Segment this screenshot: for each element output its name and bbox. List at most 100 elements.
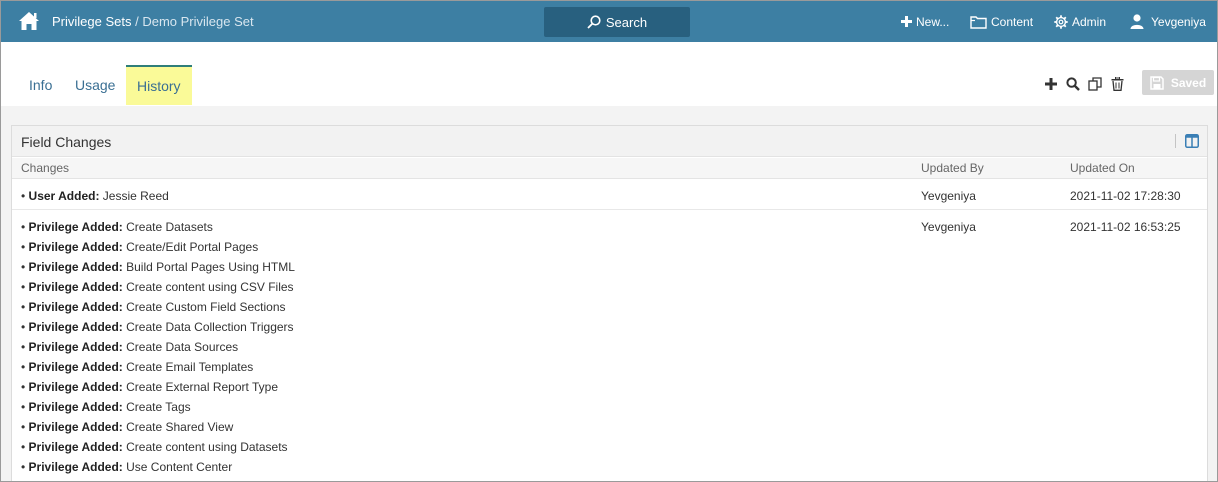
change-value: Create Email Templates (122, 360, 254, 374)
change-value: Create/Edit Portal Pages (122, 240, 259, 254)
change-type: Privilege Added: (28, 260, 123, 274)
app-window: Privilege Sets / Demo Privilege Set Sear… (0, 0, 1218, 482)
bullet: • (21, 460, 29, 474)
change-item: • Privilege Added: Create Custom Field S… (21, 300, 295, 320)
bullet: • (21, 300, 29, 314)
change-value: Create Shared View (122, 420, 234, 434)
change-item: • Privilege Added: Create content using … (21, 440, 295, 460)
admin-menu-label: Admin (1072, 14, 1107, 29)
change-type: Privilege Added: (28, 340, 123, 354)
record-toolbar (1040, 72, 1128, 96)
table-row: • User Added: Jessie Reed Yevgeniya 2021… (12, 180, 1207, 210)
breadcrumb-separator: / (131, 14, 143, 29)
column-header-changes[interactable]: Changes (21, 161, 69, 175)
change-type: Privilege Added: (28, 380, 123, 394)
floppy-disk-icon (1150, 75, 1164, 90)
change-item: • Privilege Added: Create Email Template… (21, 360, 295, 380)
columns-icon[interactable] (1185, 134, 1199, 148)
change-item: • User Added: Jessie Reed (21, 189, 169, 209)
change-list: • Privilege Added: Create Datasets • Pri… (21, 220, 295, 480)
top-nav-bar: Privilege Sets / Demo Privilege Set Sear… (1, 1, 1217, 42)
record-header: Info Usage History Saved (1, 42, 1217, 106)
bullet: • (21, 260, 29, 274)
change-value: Build Portal Pages Using HTML (122, 260, 295, 274)
content-menu-button[interactable]: Content (970, 1, 1033, 42)
change-type: Privilege Added: (28, 280, 123, 294)
change-item: • Privilege Added: Create Shared View (21, 420, 295, 440)
panel-header: Field Changes (12, 126, 1207, 157)
change-item: • Privilege Added: Create Data Sources (21, 340, 295, 360)
change-value: Create content using Datasets (122, 440, 288, 454)
column-header-updated-on[interactable]: Updated On (1070, 161, 1135, 175)
updated-by-cell: Yevgeniya (921, 220, 976, 234)
folder-icon (970, 15, 987, 29)
copy-icon[interactable] (1084, 73, 1106, 95)
tab-info[interactable]: Info (29, 65, 52, 105)
change-type: Privilege Added: (28, 240, 123, 254)
bullet: • (21, 420, 29, 434)
change-type: Privilege Added: (28, 320, 123, 334)
change-item: • Privilege Added: Use Content Center (21, 460, 295, 480)
trash-icon[interactable] (1106, 73, 1128, 95)
bullet: • (21, 360, 29, 374)
change-value: Create Custom Field Sections (122, 300, 286, 314)
updated-on-cell: 2021-11-02 16:53:25 (1070, 220, 1181, 234)
updated-by-cell: Yevgeniya (921, 189, 976, 203)
search-button-label: Search (605, 14, 648, 30)
bullet: • (21, 380, 29, 394)
bullet: • (21, 440, 29, 454)
new-menu-button[interactable]: New... (901, 1, 949, 42)
bullet: • (21, 220, 29, 234)
change-value: Create External Report Type (122, 380, 278, 394)
change-type: Privilege Added: (28, 220, 123, 234)
breadcrumb: Privilege Sets / Demo Privilege Set (52, 14, 254, 29)
panel-header-divider (1175, 134, 1176, 148)
change-item: • Privilege Added: Create content using … (21, 280, 295, 300)
bullet: • (21, 400, 29, 414)
tab-usage[interactable]: Usage (75, 65, 115, 105)
change-value: Create Tags (122, 400, 191, 414)
breadcrumb-current: Demo Privilege Set (142, 14, 254, 29)
breadcrumb-root-link[interactable]: Privilege Sets (52, 14, 131, 29)
saved-button[interactable]: Saved (1142, 70, 1214, 95)
table-header: Changes Updated By Updated On (12, 158, 1207, 179)
tab-history[interactable]: History (126, 65, 192, 105)
user-icon (1130, 14, 1144, 29)
change-value: Create Data Sources (122, 340, 239, 354)
add-icon[interactable] (1040, 73, 1062, 95)
change-value: Jessie Reed (99, 189, 169, 203)
field-changes-panel: Field Changes Changes Updated By Updated… (11, 125, 1208, 481)
column-header-updated-by[interactable]: Updated By (921, 161, 984, 175)
change-value: Create Datasets (122, 220, 213, 234)
plus-icon (901, 16, 912, 27)
change-type: User Added: (28, 189, 100, 203)
user-menu-button[interactable]: Yevgeniya (1130, 1, 1206, 42)
change-item: • Privilege Added: Create Datasets (21, 220, 295, 240)
change-item: • Privilege Added: Build Portal Pages Us… (21, 260, 295, 280)
bullet: • (21, 280, 29, 294)
admin-menu-button[interactable]: Admin (1054, 1, 1106, 42)
change-list: • User Added: Jessie Reed (21, 189, 169, 209)
change-value: Use Content Center (122, 460, 233, 474)
updated-on-cell: 2021-11-02 17:28:30 (1070, 189, 1181, 203)
saved-button-label: Saved (1170, 75, 1207, 90)
search-icon[interactable] (1062, 73, 1084, 95)
bullet: • (21, 240, 29, 254)
change-type: Privilege Added: (28, 360, 123, 374)
change-type: Privilege Added: (28, 440, 123, 454)
gear-icon (1054, 14, 1068, 29)
bullet: • (21, 340, 29, 354)
new-menu-label: New... (916, 14, 950, 29)
table-row: • Privilege Added: Create Datasets • Pri… (12, 211, 1207, 481)
change-value: Create content using CSV Files (122, 280, 294, 294)
change-item: • Privilege Added: Create Tags (21, 400, 295, 420)
change-type: Privilege Added: (28, 300, 123, 314)
change-type: Privilege Added: (28, 400, 123, 414)
change-item: • Privilege Added: Create Data Collectio… (21, 320, 295, 340)
change-type: Privilege Added: (28, 420, 123, 434)
search-button[interactable]: Search (544, 7, 690, 37)
home-icon[interactable] (18, 11, 40, 31)
panel-title: Field Changes (21, 134, 112, 150)
bullet: • (21, 320, 29, 334)
change-item: • Privilege Added: Create/Edit Portal Pa… (21, 240, 295, 260)
